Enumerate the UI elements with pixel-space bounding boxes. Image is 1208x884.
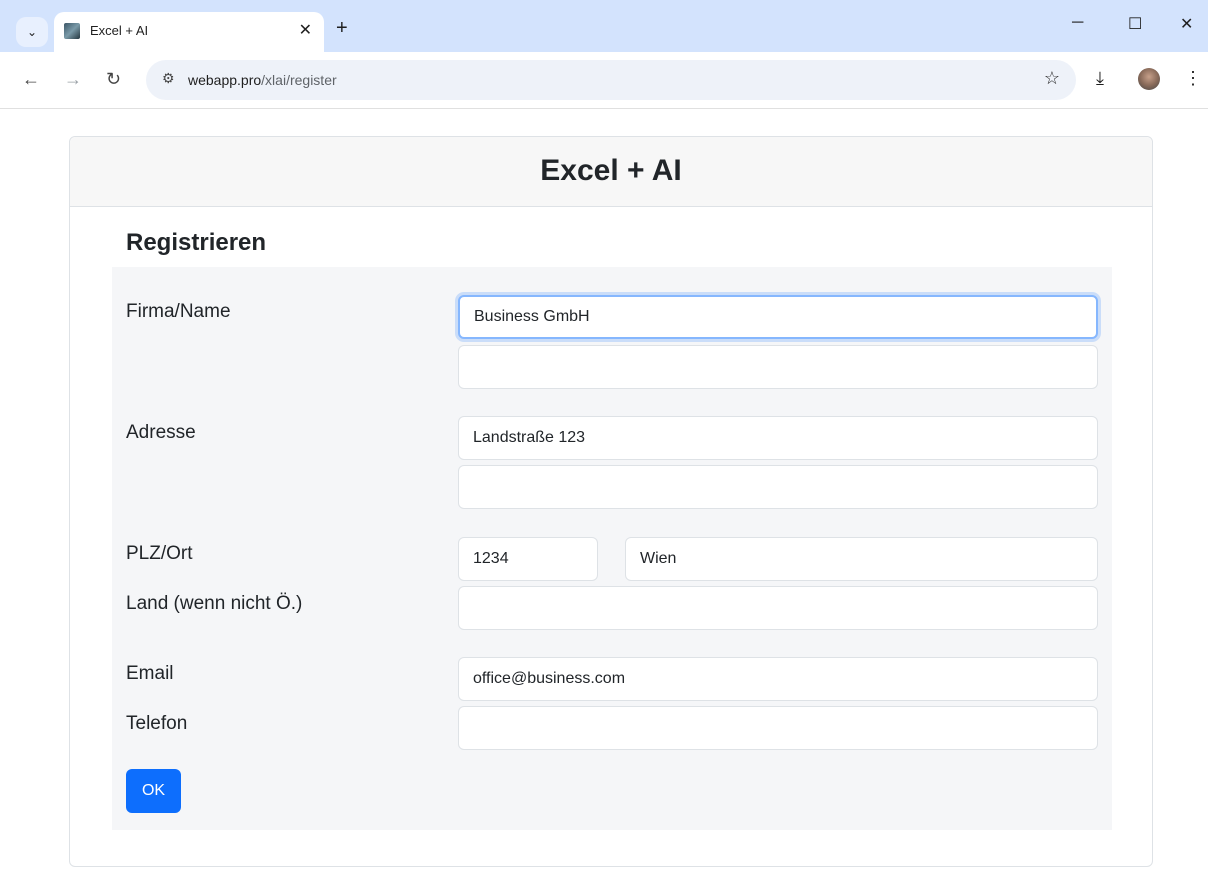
address-input-2[interactable] [458, 465, 1098, 509]
favicon-icon [64, 23, 80, 39]
bookmark-star-icon[interactable]: ☆ [1044, 68, 1060, 89]
country-input[interactable] [458, 586, 1098, 630]
city-input[interactable] [625, 537, 1098, 581]
minimize-icon[interactable]: ─ [1072, 14, 1083, 32]
label-name: Firma/Name [126, 301, 231, 322]
new-tab-icon[interactable]: + [336, 18, 348, 38]
label-address: Adresse [126, 422, 196, 443]
more-menu-icon[interactable]: ⋮ [1184, 68, 1202, 89]
site-info-icon[interactable]: ⚙ [162, 70, 175, 87]
label-phone: Telefon [126, 713, 188, 734]
label-zip-city: PLZ/Ort [126, 543, 193, 564]
address-input-1[interactable] [458, 416, 1098, 460]
registration-form: Firma/Name Adresse PLZ/Ort Land (wenn ni… [112, 267, 1112, 830]
card-header: Excel + AI [70, 137, 1152, 207]
download-icon[interactable]: ⤓ [1096, 68, 1104, 89]
back-arrow-icon[interactable]: ← [22, 69, 40, 89]
zip-input[interactable] [458, 537, 598, 581]
name-input-1[interactable] [458, 295, 1098, 339]
browser-tab[interactable]: Excel + AI ✕ [54, 12, 324, 52]
tab-close-icon[interactable]: ✕ [299, 20, 312, 40]
reload-icon[interactable]: ↻ [106, 69, 121, 89]
section-title: Registrieren [126, 229, 267, 256]
browser-tab-bar: ⌄ Excel + AI ✕ + ─ ☐ ✕ [0, 0, 1208, 52]
maximize-icon[interactable]: ☐ [1128, 14, 1142, 34]
name-input-2[interactable] [458, 345, 1098, 389]
label-email: Email [126, 663, 174, 684]
ok-button[interactable]: OK [126, 769, 181, 813]
register-card: Excel + AI Registrieren Firma/Name Adres… [69, 136, 1153, 867]
email-input[interactable] [458, 657, 1098, 701]
forward-arrow-icon[interactable]: → [64, 69, 82, 89]
profile-avatar[interactable] [1138, 68, 1160, 90]
browser-toolbar: ← → ↻ ⚙ webapp.pro/xlai/register ☆ ⤓ ⋮ [0, 52, 1208, 109]
tab-title: Excel + AI [90, 23, 149, 38]
url-text[interactable]: webapp.pro/xlai/register [188, 72, 337, 88]
url-host: webapp.pro [188, 72, 262, 88]
address-bar[interactable]: ⚙ webapp.pro/xlai/register ☆ [146, 60, 1076, 100]
url-path: /xlai/register [261, 72, 337, 88]
label-country: Land (wenn nicht Ö.) [126, 593, 303, 614]
window-close-icon[interactable]: ✕ [1180, 14, 1193, 34]
app-title: Excel + AI [540, 154, 682, 187]
phone-input[interactable] [458, 706, 1098, 750]
tab-search-chevron-icon[interactable]: ⌄ [16, 17, 48, 47]
